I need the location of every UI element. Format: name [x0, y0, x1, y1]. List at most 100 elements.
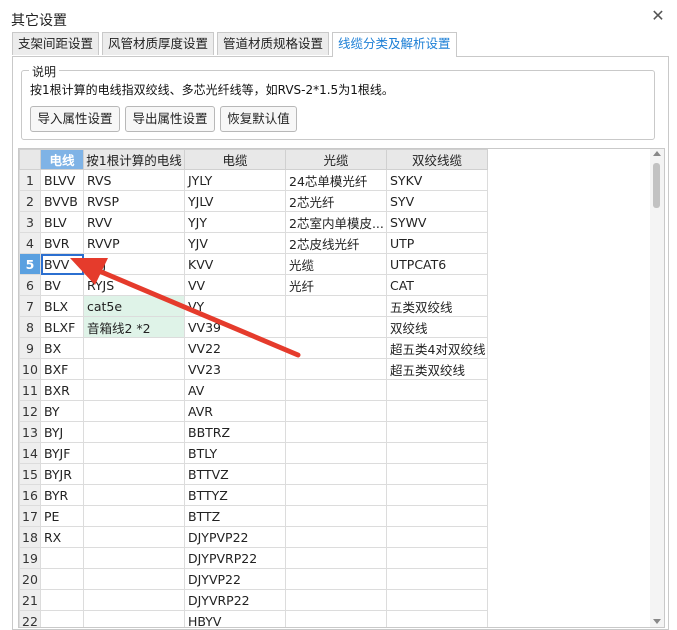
column-header-optical-cable[interactable]: 光缆 [285, 149, 387, 170]
row-number[interactable]: 3 [19, 211, 41, 233]
row-number[interactable]: 19 [19, 547, 41, 569]
table-cell[interactable]: VV22 [184, 337, 286, 359]
table-cell[interactable]: BX [40, 337, 84, 359]
column-header-single-count-wire[interactable]: 按1根计算的电线 [83, 149, 185, 170]
row-number[interactable]: 12 [19, 400, 41, 422]
table-cell[interactable]: KVV [184, 253, 286, 275]
row-number[interactable]: 14 [19, 442, 41, 464]
table-cell[interactable] [83, 379, 185, 401]
tab-pipe-spec[interactable]: 管道材质规格设置 [217, 32, 330, 55]
table-cell[interactable]: 光纤 [285, 274, 387, 296]
table-cell[interactable]: RVV [83, 211, 185, 233]
table-row[interactable]: 3 BLV RVV YJY 2芯室内单模皮... SYWV [19, 211, 488, 233]
table-row[interactable]: 17 PE BTTZ [19, 505, 488, 527]
table-cell[interactable]: BLX [40, 295, 84, 317]
table-row[interactable]: 13 BYJ BBTRZ [19, 421, 488, 443]
table-cell[interactable]: BLV [40, 211, 84, 233]
row-number[interactable]: 4 [19, 232, 41, 254]
table-cell[interactable]: BYJF [40, 442, 84, 464]
table-cell[interactable] [285, 379, 387, 401]
table-cell[interactable]: RVSP [83, 190, 185, 212]
close-icon[interactable]: ✕ [651, 8, 665, 24]
table-cell[interactable]: RVS [83, 169, 185, 191]
table-cell[interactable]: SYWV [386, 211, 488, 233]
table-cell[interactable]: CAT [386, 274, 488, 296]
table-cell[interactable] [83, 358, 185, 380]
table-row[interactable]: 14 BYJF BTLY [19, 442, 488, 464]
table-row[interactable]: 19 DJYPVRP22 [19, 547, 488, 569]
table-cell[interactable] [40, 568, 84, 590]
row-number[interactable]: 13 [19, 421, 41, 443]
row-number[interactable]: 10 [19, 358, 41, 380]
row-number[interactable]: 20 [19, 568, 41, 590]
table-row[interactable]: 2 BVVB RVSP YJLV 2芯光纤 SYV [19, 190, 488, 212]
table-cell[interactable] [83, 400, 185, 422]
row-number[interactable]: 7 [19, 295, 41, 317]
scroll-thumb[interactable] [653, 163, 660, 208]
table-cell[interactable]: BXR [40, 379, 84, 401]
table-cell[interactable] [285, 589, 387, 611]
table-cell[interactable]: 五类双绞线 [386, 295, 488, 317]
table-row[interactable]: 21 DJYVRP22 [19, 589, 488, 611]
table-cell[interactable] [386, 589, 488, 611]
table-cell[interactable] [386, 442, 488, 464]
table-cell[interactable]: BXF [40, 358, 84, 380]
table-cell[interactable]: 超五类双绞线 [386, 358, 488, 380]
table-cell[interactable]: BLXF [40, 316, 84, 338]
row-number[interactable]: 18 [19, 526, 41, 548]
table-cell[interactable] [386, 421, 488, 443]
table-cell[interactable]: BY [40, 400, 84, 422]
table-cell[interactable] [285, 505, 387, 527]
table-cell[interactable]: YJV [184, 232, 286, 254]
table-cell[interactable] [386, 610, 488, 627]
table-cell[interactable]: VV23 [184, 358, 286, 380]
scroll-up-icon[interactable] [653, 151, 661, 156]
table-cell[interactable]: DJYVP22 [184, 568, 286, 590]
table-row[interactable]: 6 BV RYJS VV 光纤 CAT [19, 274, 488, 296]
table-cell[interactable] [40, 589, 84, 611]
table-cell[interactable] [285, 610, 387, 627]
table-cell[interactable] [285, 295, 387, 317]
table-cell[interactable] [285, 358, 387, 380]
table-cell[interactable]: YJLV [184, 190, 286, 212]
table-cell[interactable]: RYJS [83, 274, 185, 296]
table-cell[interactable]: UTPCAT6 [386, 253, 488, 275]
table-cell[interactable] [83, 568, 185, 590]
table-row[interactable]: 10 BXF VV23 超五类双绞线 [19, 358, 488, 380]
table-cell[interactable] [40, 547, 84, 569]
row-number[interactable]: 8 [19, 316, 41, 338]
table-cell[interactable] [386, 379, 488, 401]
table-cell[interactable]: PE [40, 505, 84, 527]
table-cell[interactable]: AVR [184, 400, 286, 422]
table-cell[interactable]: BTTZ [184, 505, 286, 527]
table-cell[interactable]: 双绞线 [386, 316, 488, 338]
table-cell[interactable] [285, 421, 387, 443]
table-cell[interactable]: SYV [386, 190, 488, 212]
table-cell[interactable]: SYKV [386, 169, 488, 191]
row-number[interactable]: 2 [19, 190, 41, 212]
table-cell[interactable]: cat5e [83, 295, 185, 317]
table-cell[interactable] [285, 547, 387, 569]
table-cell[interactable]: HBYV [184, 610, 286, 627]
table-cell[interactable] [386, 547, 488, 569]
table-row[interactable]: 9 BX VV22 超五类4对双绞线 [19, 337, 488, 359]
table-cell[interactable]: RVVP [83, 232, 185, 254]
row-number[interactable]: 15 [19, 463, 41, 485]
table-cell[interactable] [285, 337, 387, 359]
table-cell[interactable] [285, 526, 387, 548]
row-number[interactable]: 6 [19, 274, 41, 296]
row-number[interactable]: 17 [19, 505, 41, 527]
restore-defaults-button[interactable]: 恢复默认值 [220, 106, 297, 132]
table-cell[interactable]: BTTYZ [184, 484, 286, 506]
row-number[interactable]: 22 [19, 610, 41, 627]
tab-support-spacing[interactable]: 支架间距设置 [12, 32, 100, 55]
table-cell[interactable]: BLVV [40, 169, 84, 191]
table-row[interactable]: 22 HBYV [19, 610, 488, 627]
table-cell[interactable]: BVR [40, 232, 84, 254]
table-row[interactable]: 5 BVV RYJ KVV 光缆 UTPCAT6 [19, 253, 488, 275]
row-number[interactable]: 1 [19, 169, 41, 191]
table-row[interactable]: 18 RX DJYPVP22 [19, 526, 488, 548]
table-cell[interactable] [386, 526, 488, 548]
table-cell[interactable] [83, 505, 185, 527]
table-cell[interactable]: VV39 [184, 316, 286, 338]
